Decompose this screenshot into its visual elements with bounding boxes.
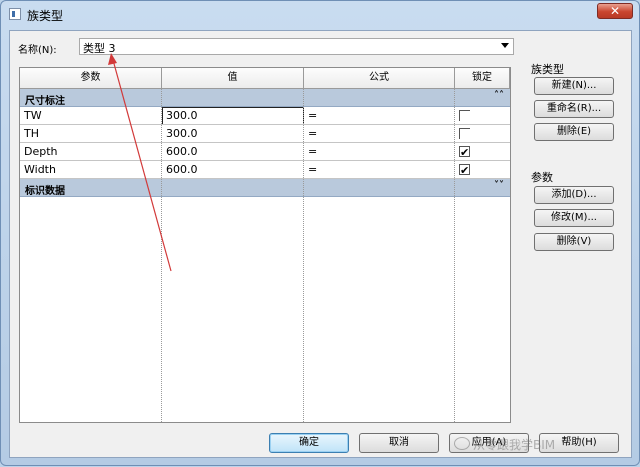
delete-parameter-button[interactable]: 删除(V) [534, 233, 614, 251]
add-parameter-button[interactable]: 添加(D)... [534, 186, 614, 204]
lock-checkbox[interactable] [459, 128, 470, 139]
window-title: 族类型 [27, 9, 64, 23]
param-formula[interactable]: = [304, 161, 455, 179]
param-formula[interactable]: = [304, 143, 455, 161]
column-header-parameter[interactable]: 参数 [20, 68, 162, 89]
param-name: TW [20, 107, 162, 125]
param-value[interactable]: 600.0 [162, 161, 304, 179]
param-formula[interactable]: = [304, 107, 455, 125]
wechat-icon [454, 437, 470, 450]
table-row: TW 300.0 = [20, 107, 510, 125]
group-header-dimensions[interactable]: 尺寸标注 ˄˄ [20, 89, 510, 107]
title-bar: 族类型 ✕ [1, 1, 640, 27]
lock-checkbox[interactable] [459, 162, 470, 179]
close-button[interactable]: ✕ [597, 3, 633, 19]
table-row: Depth 600.0 = [20, 143, 510, 161]
ok-button[interactable]: 确定 [269, 433, 349, 453]
app-icon [9, 8, 21, 20]
collapse-icon[interactable]: ˄˄ [494, 90, 504, 101]
new-type-button[interactable]: 新建(N)... [534, 77, 614, 95]
cancel-button[interactable]: 取消 [359, 433, 439, 453]
family-types-label: 族类型 [531, 63, 564, 76]
column-divider [161, 89, 162, 422]
dialog-body: 名称(N): 类型 3 参数 值 公式 锁定 尺寸标注 ˄˄ TW 300.0 … [9, 30, 632, 458]
lock-cell [455, 125, 510, 143]
table-row: Width 600.0 = [20, 161, 510, 179]
name-label: 名称(N): [18, 45, 57, 56]
column-header-lock[interactable]: 锁定 [455, 68, 510, 89]
param-name: Width [20, 161, 162, 179]
lock-cell [455, 143, 510, 161]
param-value[interactable]: 600.0 [162, 143, 304, 161]
group-label: 标识数据 [25, 186, 65, 197]
group-header-identity-data[interactable]: 标识数据 ˅˅ [20, 179, 510, 197]
watermark-text: 从零跟我学BIM [473, 438, 556, 452]
lock-cell [455, 161, 510, 179]
column-header-value[interactable]: 值 [162, 68, 304, 89]
column-divider [303, 89, 304, 422]
parameter-grid: 参数 值 公式 锁定 尺寸标注 ˄˄ TW 300.0 = TH 300.0 = [19, 67, 511, 423]
param-formula[interactable]: = [304, 125, 455, 143]
group-label: 尺寸标注 [25, 96, 65, 107]
expand-icon[interactable]: ˅˅ [494, 180, 504, 191]
parameters-label: 参数 [531, 171, 553, 184]
delete-type-button[interactable]: 删除(E) [534, 123, 614, 141]
chevron-down-icon[interactable] [501, 43, 509, 48]
name-dropdown[interactable]: 类型 3 [79, 38, 514, 55]
lock-cell [455, 107, 510, 125]
lock-checkbox[interactable] [459, 144, 470, 161]
param-value[interactable]: 300.0 [162, 107, 304, 125]
rename-type-button[interactable]: 重命名(R)... [534, 100, 614, 118]
table-row: TH 300.0 = [20, 125, 510, 143]
param-name: Depth [20, 143, 162, 161]
param-name: TH [20, 125, 162, 143]
column-header-formula[interactable]: 公式 [304, 68, 455, 89]
name-dropdown-value: 类型 3 [83, 42, 116, 55]
lock-checkbox[interactable] [459, 110, 470, 121]
column-divider [454, 89, 455, 422]
watermark: 从零跟我学BIM [454, 436, 555, 453]
param-value[interactable]: 300.0 [162, 125, 304, 143]
family-types-dialog: 族类型 ✕ 名称(N): 类型 3 参数 值 公式 锁定 尺寸标注 ˄˄ TW … [0, 0, 640, 466]
modify-parameter-button[interactable]: 修改(M)... [534, 209, 614, 227]
